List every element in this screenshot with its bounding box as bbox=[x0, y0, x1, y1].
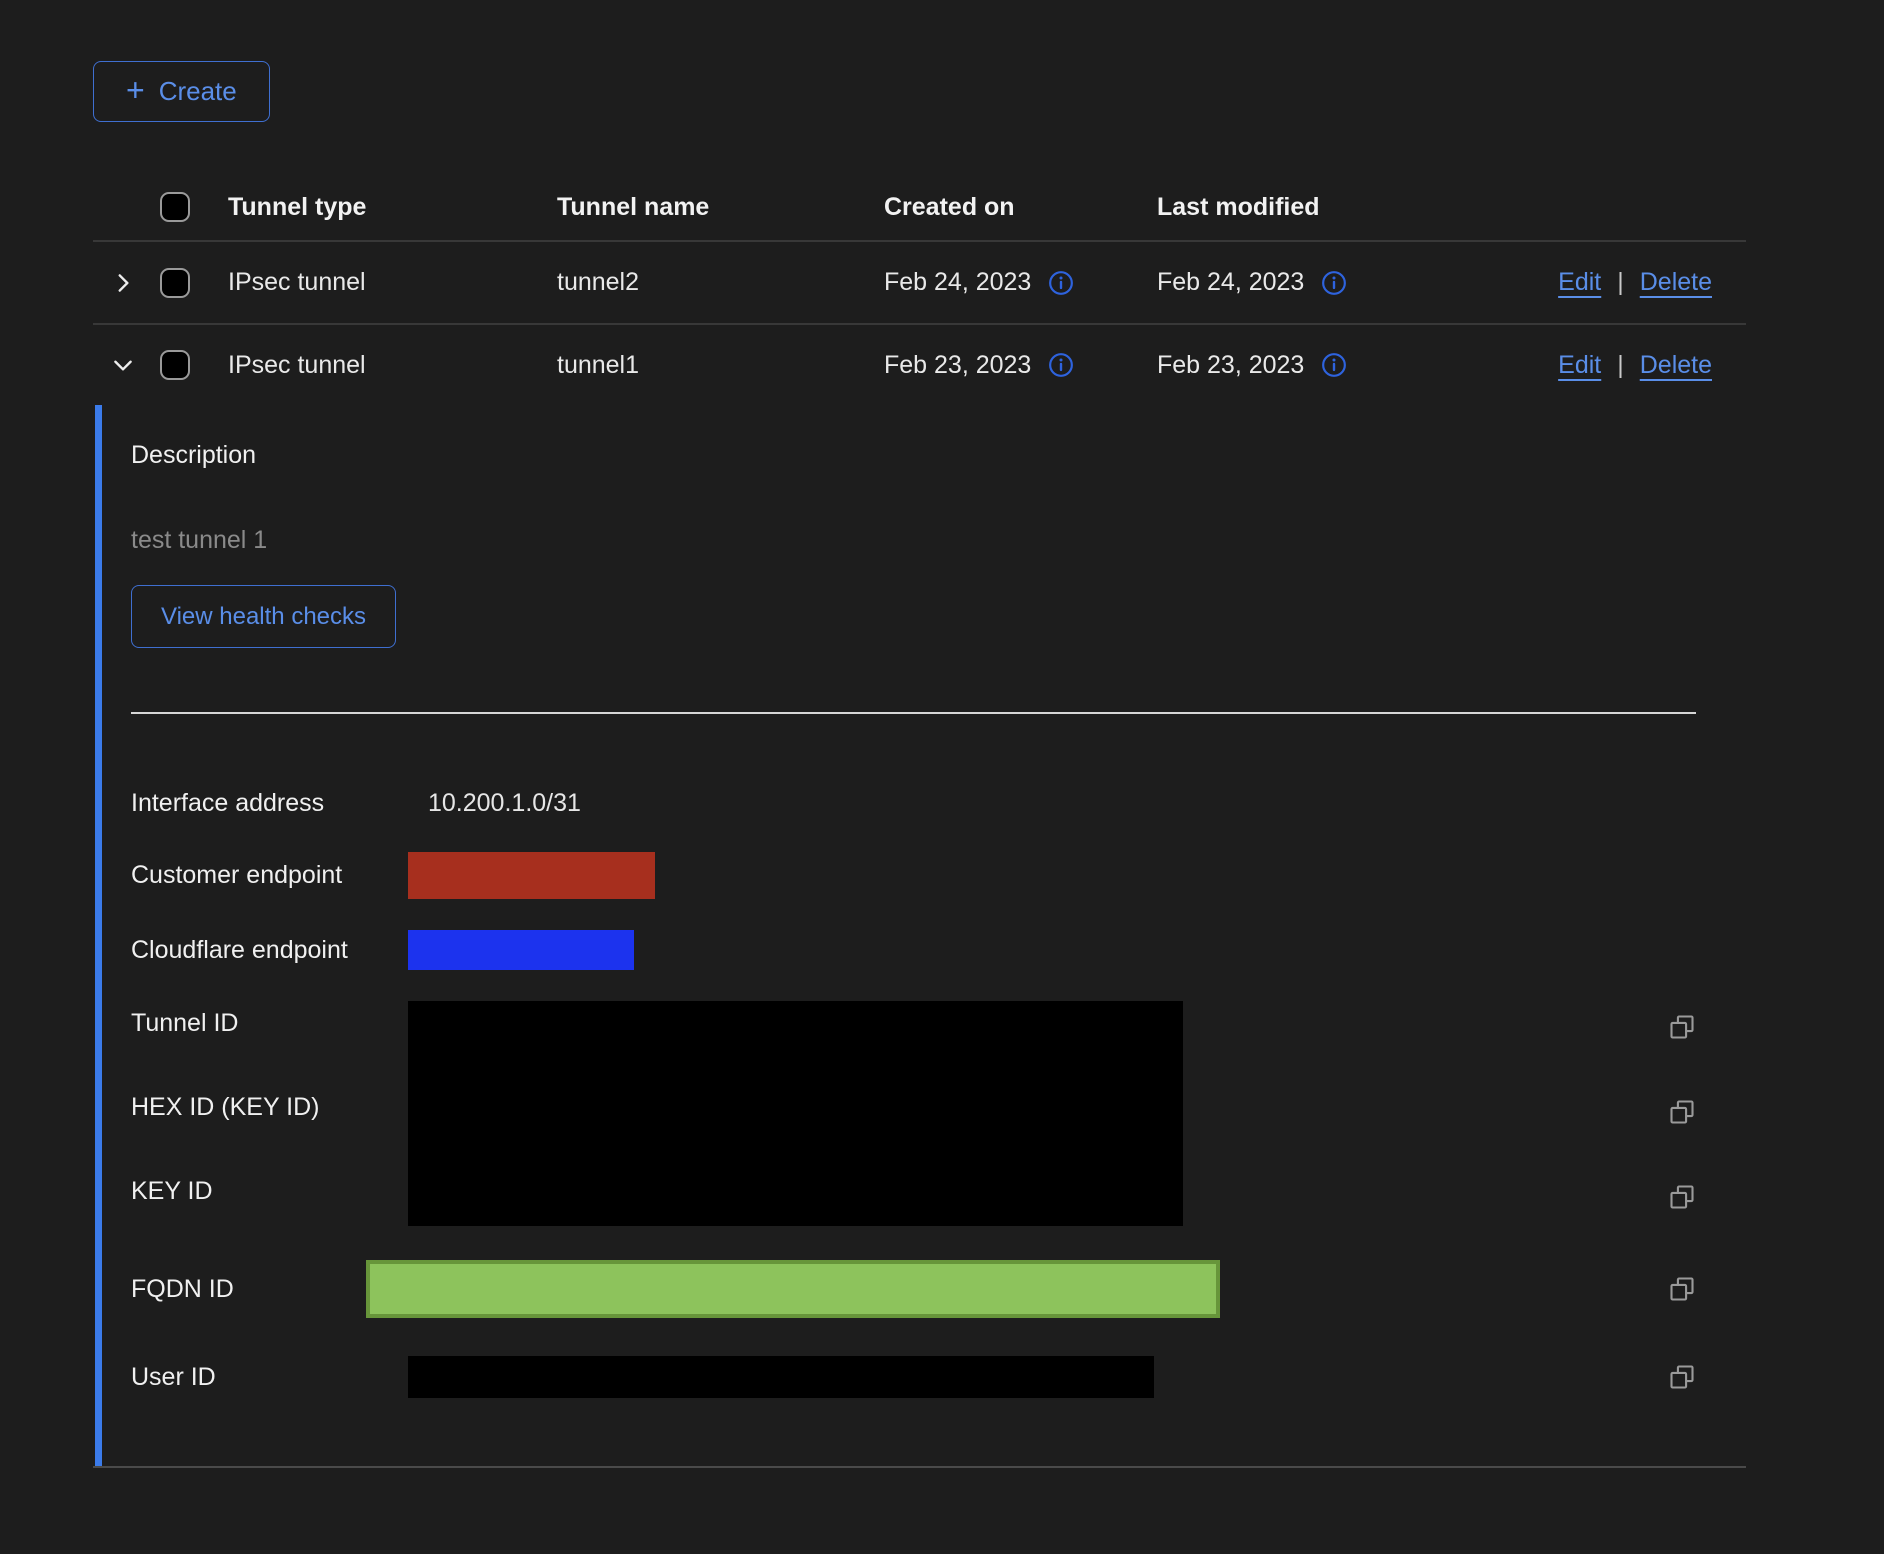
row-checkbox[interactable] bbox=[160, 350, 190, 380]
tunnel-details-panel: Description test tunnel 1 View health ch… bbox=[95, 405, 1746, 1466]
hex-id-label: HEX ID (KEY ID) bbox=[131, 1093, 408, 1122]
ipsec-tunnels-page: + Create Tunnel type Tunnel name Created… bbox=[0, 0, 1884, 1554]
cloudflare-endpoint-label: Cloudflare endpoint bbox=[131, 936, 408, 965]
view-health-checks-button[interactable]: View health checks bbox=[131, 585, 396, 648]
info-icon[interactable] bbox=[1321, 270, 1347, 296]
detail-row-id-group: Tunnel ID HEX ID (KEY ID) KEY ID bbox=[131, 1001, 1696, 1226]
detail-row-user-id: User ID bbox=[131, 1356, 1696, 1398]
info-icon[interactable] bbox=[1048, 270, 1074, 296]
detail-row-cloudflare-endpoint: Cloudflare endpoint bbox=[131, 930, 1696, 970]
action-separator: | bbox=[1617, 351, 1624, 380]
table-row-tunnel1: IPsec tunnel tunnel1 Feb 23, 2023 Feb 23… bbox=[93, 325, 1746, 405]
customer-endpoint-label: Customer endpoint bbox=[131, 861, 408, 890]
created-on-value: Feb 23, 2023 bbox=[884, 351, 1031, 380]
key-id-label: KEY ID bbox=[131, 1177, 408, 1206]
row-checkbox[interactable] bbox=[160, 268, 190, 298]
tunnel-name-value: tunnel1 bbox=[557, 351, 884, 380]
column-header-created-on: Created on bbox=[884, 193, 1157, 222]
fqdn-id-redacted-value bbox=[366, 1260, 1220, 1318]
chevron-right-icon[interactable] bbox=[110, 270, 136, 296]
last-modified-value: Feb 23, 2023 bbox=[1157, 351, 1304, 380]
copy-icon[interactable] bbox=[1668, 1013, 1696, 1041]
id-group-redacted-values bbox=[408, 1001, 1183, 1226]
tunnel-name-value: tunnel2 bbox=[557, 268, 884, 297]
delete-link[interactable]: Delete bbox=[1640, 351, 1712, 380]
last-modified-value: Feb 24, 2023 bbox=[1157, 268, 1304, 297]
user-id-redacted-value bbox=[408, 1356, 1154, 1398]
tunnel-id-label: Tunnel ID bbox=[131, 1009, 408, 1038]
delete-link[interactable]: Delete bbox=[1640, 268, 1712, 297]
detail-row-customer-endpoint: Customer endpoint bbox=[131, 852, 1696, 899]
column-header-tunnel-type: Tunnel type bbox=[228, 193, 557, 222]
table-bottom-divider bbox=[93, 1466, 1746, 1468]
table-header-row: Tunnel type Tunnel name Created on Last … bbox=[93, 174, 1746, 242]
customer-endpoint-redacted-value bbox=[408, 852, 655, 899]
info-icon[interactable] bbox=[1048, 352, 1074, 378]
user-id-label: User ID bbox=[131, 1363, 408, 1392]
description-label: Description bbox=[131, 441, 1696, 470]
column-header-last-modified: Last modified bbox=[1157, 193, 1470, 222]
chevron-down-icon[interactable] bbox=[110, 352, 136, 378]
edit-link[interactable]: Edit bbox=[1558, 351, 1601, 380]
copy-icon[interactable] bbox=[1668, 1275, 1696, 1303]
copy-icon[interactable] bbox=[1668, 1363, 1696, 1391]
column-header-tunnel-name: Tunnel name bbox=[557, 193, 884, 222]
plus-icon: + bbox=[126, 74, 145, 106]
tunnels-table: Tunnel type Tunnel name Created on Last … bbox=[93, 174, 1746, 1468]
created-on-value: Feb 24, 2023 bbox=[884, 268, 1031, 297]
create-button[interactable]: + Create bbox=[93, 61, 270, 122]
tunnel-type-value: IPsec tunnel bbox=[228, 268, 557, 297]
tunnel-detail-fields: Interface address 10.200.1.0/31 Customer… bbox=[131, 778, 1696, 1398]
cloudflare-endpoint-redacted-value bbox=[408, 930, 634, 970]
interface-address-label: Interface address bbox=[131, 789, 408, 818]
select-all-checkbox[interactable] bbox=[160, 192, 190, 222]
tunnel-type-value: IPsec tunnel bbox=[228, 351, 557, 380]
copy-icon[interactable] bbox=[1668, 1098, 1696, 1126]
detail-row-fqdn-id: FQDN ID bbox=[131, 1260, 1696, 1318]
edit-link[interactable]: Edit bbox=[1558, 268, 1601, 297]
panel-divider bbox=[131, 712, 1696, 714]
table-row-tunnel2: IPsec tunnel tunnel2 Feb 24, 2023 Feb 24… bbox=[93, 242, 1746, 325]
copy-icon[interactable] bbox=[1668, 1183, 1696, 1211]
interface-address-value: 10.200.1.0/31 bbox=[428, 789, 581, 818]
description-value: test tunnel 1 bbox=[131, 526, 1696, 555]
create-button-label: Create bbox=[159, 76, 237, 107]
detail-row-interface-address: Interface address 10.200.1.0/31 bbox=[131, 778, 1696, 828]
action-separator: | bbox=[1617, 268, 1624, 297]
info-icon[interactable] bbox=[1321, 352, 1347, 378]
